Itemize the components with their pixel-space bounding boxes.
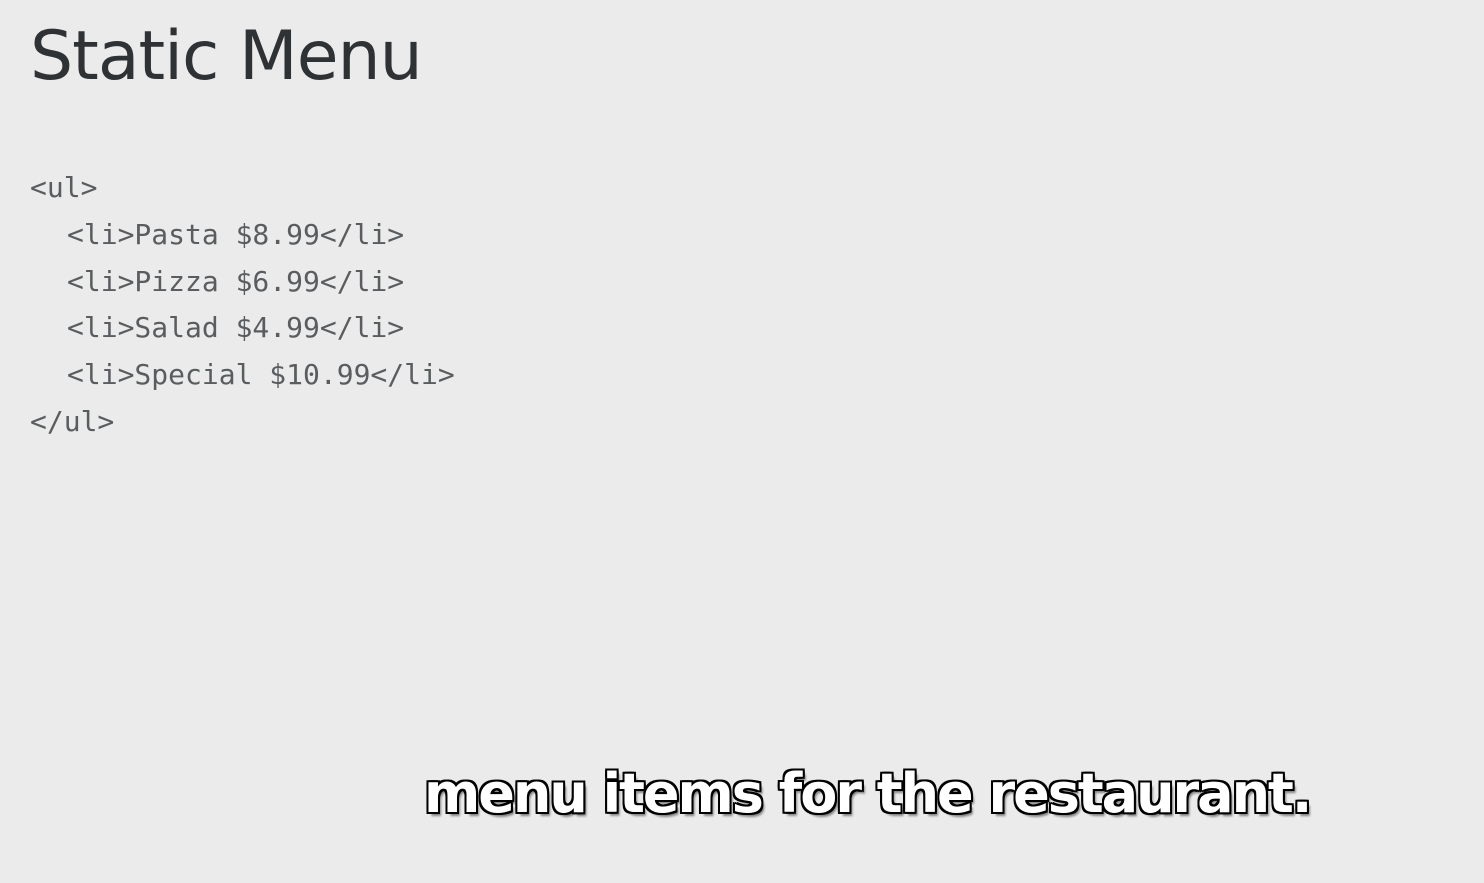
code-line-ul-close: </ul>	[30, 404, 115, 438]
code-line-salad: <li>Salad $4.99</li>	[67, 311, 405, 345]
code-line-special: <li>Special $10.99</li>	[67, 358, 455, 392]
slide-title: Static Menu	[30, 17, 423, 96]
slide: Static Menu <ul> <li>Pasta $8.99</li> <li>…	[0, 0, 1484, 883]
video-caption: menu items for the restaurant.	[424, 762, 1312, 825]
code-line-pizza: <li>Pizza $6.99</li>	[67, 264, 405, 298]
code-block: <ul> <li>Pasta $8.99</li> <li>Pizza $6.99<…	[30, 165, 455, 446]
code-line-pasta: <li>Pasta $8.99</li>	[67, 217, 405, 251]
code-line-ul-open: <ul>	[30, 171, 98, 204]
